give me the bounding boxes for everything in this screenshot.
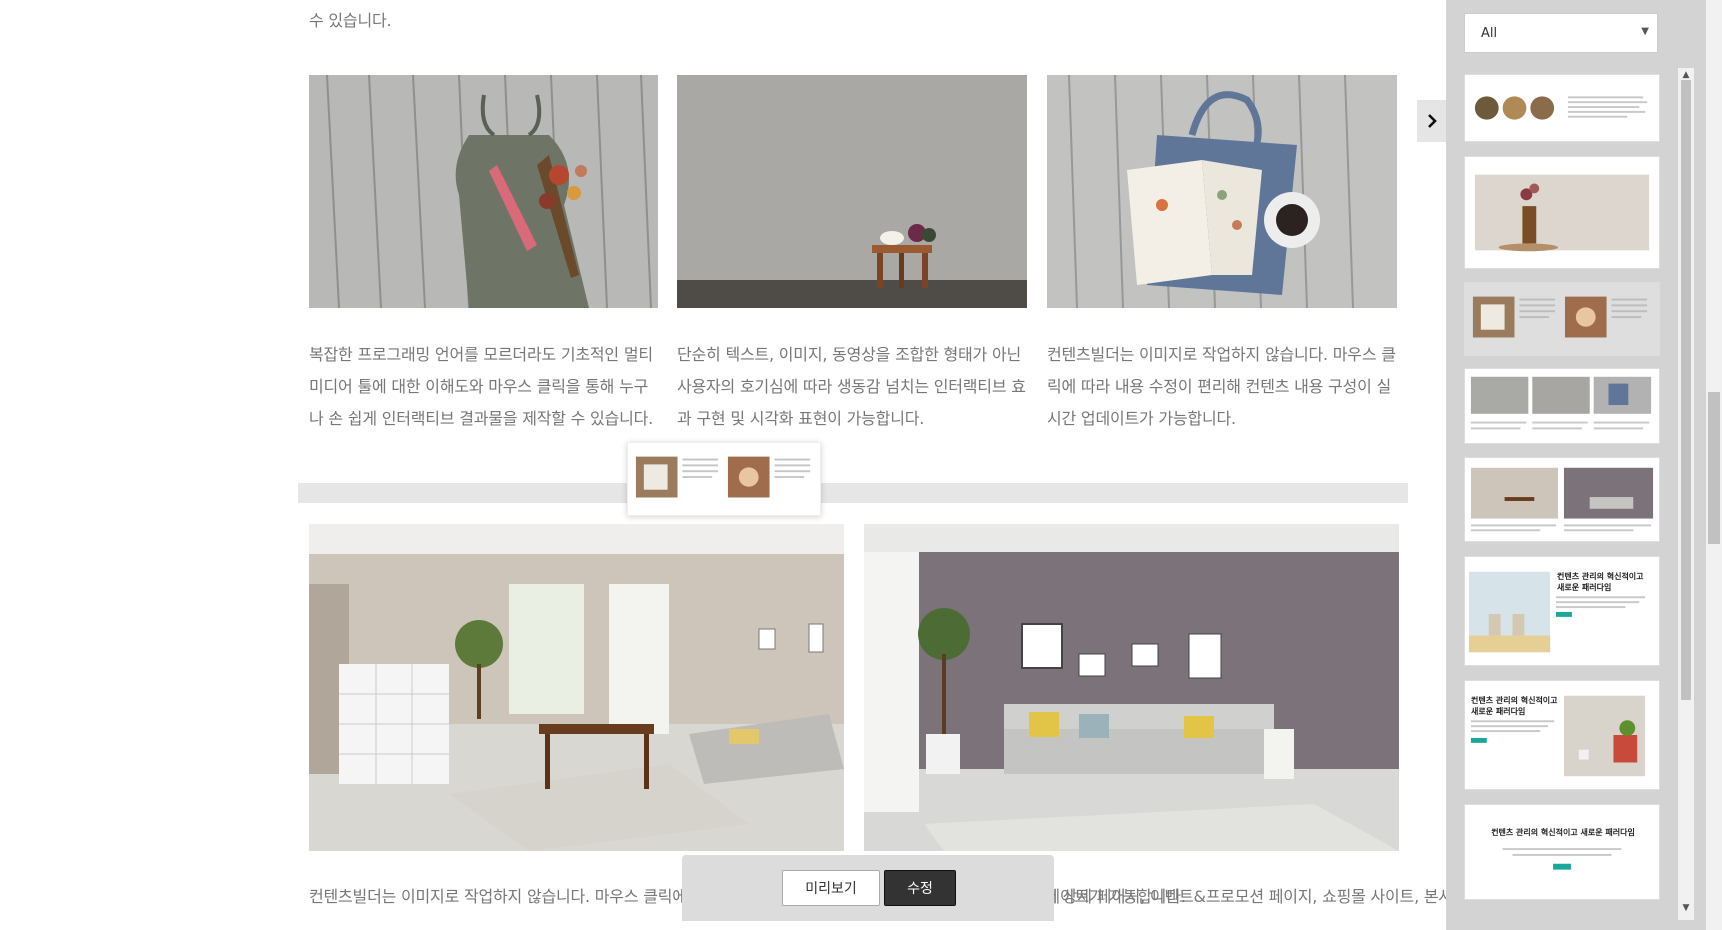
scroll-down-arrow-icon[interactable]: ▼ [1678, 903, 1694, 913]
drop-zone-indicator [298, 483, 1408, 503]
content-canvas: 수 있습니다. 복잡한 프로그래밍 언어를 모르더라도 기초적인 멀티미디어 툴… [0, 0, 1446, 930]
snippet-thumb-title: 컨텐츠 관리의 혁신적이고 새로운 패러다임 [1471, 696, 1558, 716]
dropdown-arrow-icon: ▼ [1641, 26, 1649, 37]
row1-col2-text: 단순히 텍스트, 이미지, 동영상을 조합한 형태가 아닌 사용자의 호기심에 … [677, 345, 1026, 428]
sidebar-toggle-button[interactable] [1417, 100, 1446, 142]
dining-room-photo[interactable] [309, 524, 844, 851]
snippet-thumb-two-column[interactable] [1464, 282, 1660, 356]
row1-col3-text: 컨텐츠빌더는 이미지로 작업하지 않습니다. 마우스 클릭에 따라 내용 수정이… [1047, 345, 1396, 428]
snippet-thumb-centered-title[interactable]: 컨텐츠 관리의 혁신적이고 새로운 패러다임 [1464, 804, 1660, 900]
apron-flowers-photo[interactable] [309, 75, 658, 308]
page-scroll-thumb[interactable] [1708, 392, 1720, 544]
snippet-thumb-circles[interactable] [1464, 74, 1660, 142]
snippet-thumb-two-rooms[interactable] [1464, 457, 1660, 542]
snippet-thumb-three-column[interactable] [1464, 368, 1660, 444]
category-filter-select[interactable]: All ▼ [1464, 13, 1658, 53]
page-root: 수 있습니다. 복잡한 프로그래밍 언어를 모르더라도 기초적인 멀티미디어 툴… [0, 0, 1722, 930]
living-room-photo[interactable] [864, 524, 1399, 851]
snippet-list-scroll-thumb[interactable] [1681, 80, 1691, 700]
row1-col1-text: 복잡한 프로그래밍 언어를 모르더라도 기초적인 멀티미디어 툴에 대한 이해도… [309, 345, 654, 428]
book-bag-coffee-photo[interactable] [1047, 75, 1397, 308]
snippet-thumb-title: 컨텐츠 관리의 혁신적이고 새로운 패러다임 [1491, 828, 1635, 837]
preview-button[interactable]: 미리보기 [782, 870, 880, 906]
snippet-thumb-vase[interactable] [1464, 156, 1660, 269]
dragged-snippet-preview[interactable] [627, 442, 821, 516]
category-filter-value: All [1481, 25, 1498, 41]
stool-wall-photo[interactable] [677, 75, 1027, 308]
scroll-up-arrow-icon[interactable]: ▲ [1678, 70, 1694, 80]
paragraph-tail: 수 있습니다. [309, 11, 392, 30]
snippet-thumb-image-right-title[interactable]: 컨텐츠 관리의 혁신적이고 새로운 패러다임 [1464, 680, 1660, 790]
action-bar: 미리보기 수정 [682, 855, 1054, 921]
snippet-thumb-title: 컨텐츠 관리의 혁신적이고 새로운 패러다임 [1557, 572, 1644, 592]
snippet-thumb-image-left-title[interactable]: 컨텐츠 관리의 혁신적이고 새로운 패러다임 [1464, 556, 1660, 666]
chevron-right-icon [1427, 114, 1437, 128]
edit-button[interactable]: 수정 [884, 870, 956, 906]
